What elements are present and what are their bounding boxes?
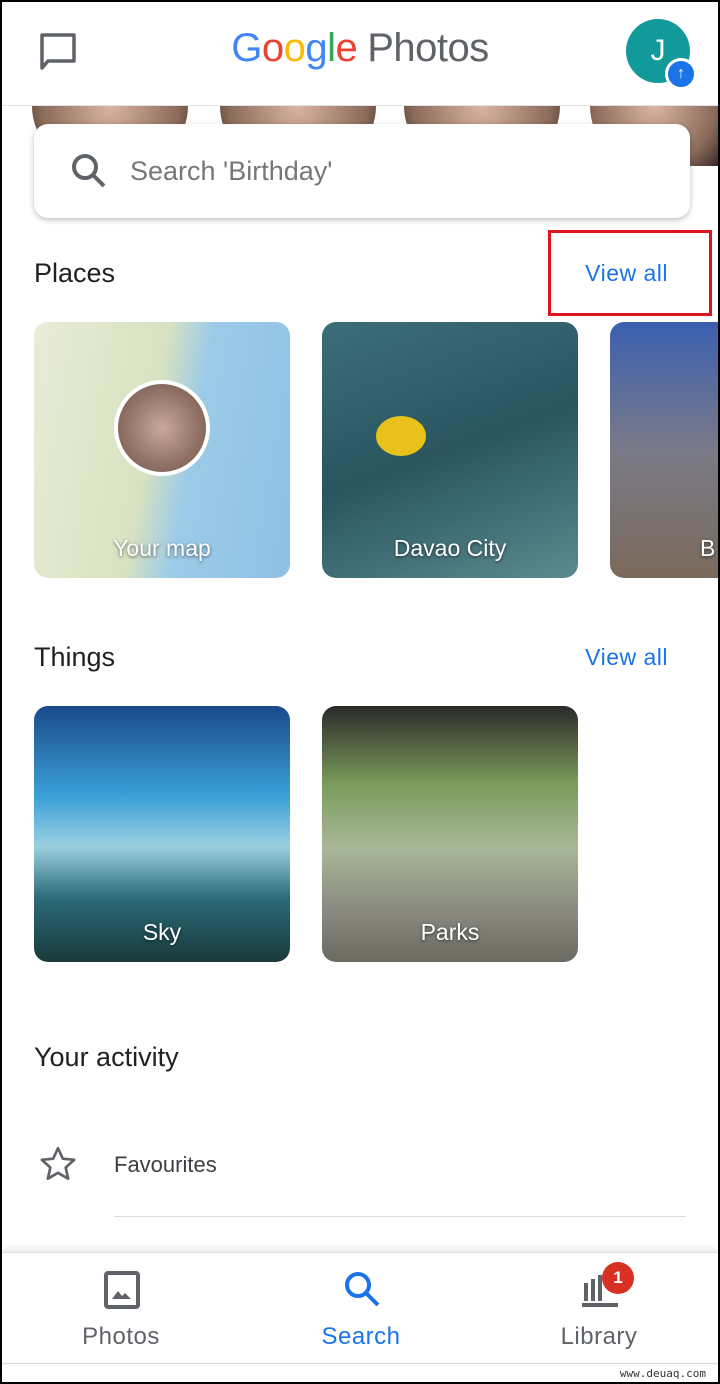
place-tile-davao-city[interactable]: Davao City: [322, 322, 578, 578]
things-view-all-link[interactable]: View all: [585, 644, 668, 671]
favourites-label: Favourites: [114, 1152, 217, 1177]
app-logo: Google Photos: [231, 26, 489, 70]
watermark: www.deuaq.com: [619, 1367, 706, 1380]
nav-label: Search: [321, 1323, 401, 1350]
search-icon: [72, 154, 106, 188]
nav-photos[interactable]: Photos: [2, 1253, 240, 1365]
tile-label: Davao City: [393, 535, 507, 561]
things-title: Things: [34, 642, 116, 672]
place-tile-partial[interactable]: B: [610, 322, 718, 578]
photo-icon: [104, 1271, 140, 1309]
divider: [114, 1216, 686, 1217]
tile-label: Parks: [420, 919, 480, 945]
float-ring: [376, 416, 426, 456]
notification-badge: 1: [602, 1262, 634, 1294]
nav-search[interactable]: Search: [242, 1253, 480, 1365]
favourites-item[interactable]: Favourites: [2, 1122, 718, 1212]
thing-tile-parks[interactable]: Parks: [322, 706, 578, 962]
tile-label: Sky: [142, 919, 182, 945]
place-tile-your-map[interactable]: Your map: [34, 322, 290, 578]
places-title: Places: [34, 258, 116, 288]
search-input[interactable]: Search 'Birthday': [34, 124, 690, 218]
tile-label: B: [700, 535, 716, 561]
thing-tile-sky[interactable]: Sky: [34, 706, 290, 962]
map-pin-photo: [114, 380, 210, 476]
arrow-up-icon: ↑: [665, 58, 697, 90]
tile-label: Your map: [113, 535, 211, 561]
search-icon: [345, 1272, 380, 1307]
app-header: Google Photos J ↑: [2, 2, 718, 106]
search-placeholder: Search 'Birthday': [130, 156, 333, 186]
nav-library[interactable]: Library: [480, 1253, 718, 1365]
nav-label: Library: [560, 1323, 638, 1350]
highlight-box: [548, 230, 712, 316]
activity-title: Your activity: [34, 1042, 179, 1072]
nav-label: Photos: [82, 1323, 160, 1350]
star-icon: [40, 1146, 76, 1180]
